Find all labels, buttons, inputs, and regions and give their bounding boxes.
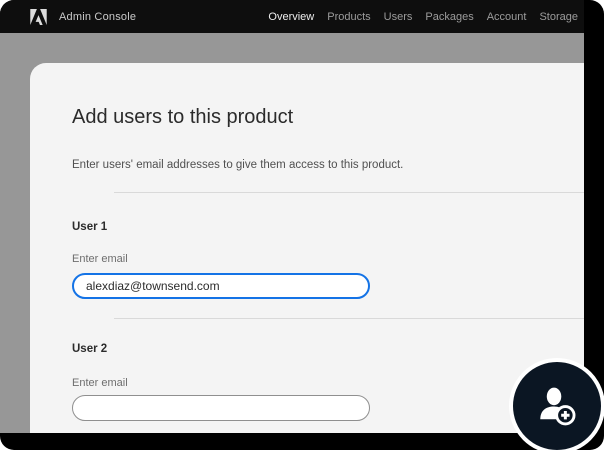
user-section-2: User 2 Enter email xyxy=(72,342,584,421)
adobe-logo-icon xyxy=(30,9,47,25)
user-2-label: User 2 xyxy=(72,342,584,356)
user-1-field-label: Enter email xyxy=(72,253,584,266)
add-user-fab[interactable] xyxy=(509,358,604,450)
workspace-background: Add users to this product Enter users' e… xyxy=(0,33,584,433)
screenshot-frame: Admin Console Overview Products Users Pa… xyxy=(0,0,604,450)
user-1-label: User 1 xyxy=(72,220,584,234)
user-2-field-label: Enter email xyxy=(72,377,584,390)
page-title: Add users to this product xyxy=(72,105,584,129)
add-user-icon xyxy=(535,384,579,428)
divider xyxy=(114,318,584,319)
nav-item-account[interactable]: Account xyxy=(487,11,527,23)
user-2-email-input[interactable] xyxy=(72,395,370,421)
nav-item-packages[interactable]: Packages xyxy=(425,11,473,23)
main-nav: Overview Products Users Packages Account… xyxy=(268,11,578,23)
nav-item-overview[interactable]: Overview xyxy=(268,11,314,23)
page-subtitle: Enter users' email addresses to give the… xyxy=(72,158,584,172)
user-1-email-input[interactable] xyxy=(72,273,370,299)
user-section-1: User 1 Enter email xyxy=(72,220,584,299)
nav-item-storage[interactable]: Storage xyxy=(539,11,578,23)
app-header: Admin Console Overview Products Users Pa… xyxy=(0,0,584,33)
nav-item-users[interactable]: Users xyxy=(384,11,413,23)
divider xyxy=(114,192,584,193)
admin-console-window: Admin Console Overview Products Users Pa… xyxy=(0,0,584,433)
nav-item-products[interactable]: Products xyxy=(327,11,370,23)
app-title: Admin Console xyxy=(59,11,136,23)
add-users-card: Add users to this product Enter users' e… xyxy=(30,63,584,433)
